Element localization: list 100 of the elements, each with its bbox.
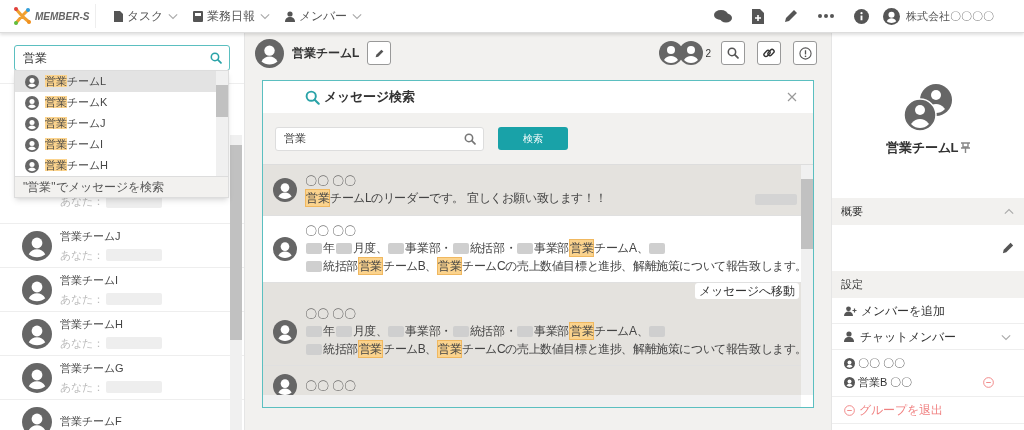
- book-icon: [193, 10, 203, 22]
- group-name: 営業チームL: [885, 138, 959, 157]
- search-messages-option[interactable]: "営業"でメッセージを検索: [15, 176, 228, 197]
- suggestion-label: 営業チームK: [45, 95, 108, 111]
- section-header[interactable]: 概要: [832, 198, 1024, 225]
- avatar-icon: [844, 358, 855, 369]
- add-person-icon: [844, 305, 857, 316]
- message-text: チームA、: [594, 323, 649, 339]
- avatar-icon: [22, 274, 52, 305]
- pin-icon[interactable]: [961, 142, 971, 153]
- redacted-block: [517, 242, 534, 254]
- preview-label: あなた：: [60, 335, 104, 351]
- person-icon: [844, 331, 854, 342]
- room-name: 営業チームG: [60, 361, 125, 376]
- suggestion-label: 営業チームI: [45, 137, 104, 153]
- edit-button[interactable]: [367, 41, 392, 65]
- preview-label: あなた：: [60, 247, 104, 263]
- avatar-icon: [25, 116, 39, 131]
- avatar-icon: [273, 320, 297, 344]
- room-name: 営業チームF: [60, 414, 122, 430]
- chat-title: 営業チームL: [292, 45, 360, 62]
- chat-bubbles-icon[interactable]: [714, 8, 732, 24]
- suggestion-label: 営業チームJ: [45, 116, 106, 132]
- message-text: チームLのリーダーです。 宜しくお願い致します！！: [330, 190, 607, 206]
- jump-to-message-link[interactable]: メッセージへ移動: [695, 283, 799, 299]
- group-avatar-icon: [255, 38, 284, 68]
- chat-members-item[interactable]: チャットメンバー: [832, 324, 1024, 350]
- nav-menu[interactable]: 業務日報: [193, 7, 271, 25]
- suggestion-item[interactable]: 営業チームL: [15, 71, 216, 92]
- message-text: 統括部: [323, 258, 358, 274]
- pencil-icon: [374, 48, 384, 58]
- message-text: チームB、: [383, 341, 438, 357]
- author-name: 〇〇 〇〇: [305, 173, 358, 189]
- group-icon: [903, 83, 953, 132]
- redacted-block: [452, 242, 469, 254]
- search-result[interactable]: 〇〇 〇〇 営業チームLのリーダーです。 宜しくお願い致します！！: [263, 165, 801, 216]
- company-name[interactable]: 株式会社〇〇〇〇: [906, 7, 994, 25]
- close-icon[interactable]: [787, 92, 797, 102]
- more-icon[interactable]: [818, 14, 834, 18]
- nav-menu[interactable]: メンバー: [285, 7, 363, 25]
- message-text: 統括部・: [469, 240, 517, 256]
- highlighted-text: 営業: [569, 322, 595, 340]
- avatar-icon: [22, 230, 52, 261]
- minus-circle-icon: [844, 404, 855, 416]
- member-name: 〇〇 〇〇: [858, 356, 906, 372]
- avatar-icon: [273, 178, 297, 202]
- file-plus-icon[interactable]: [752, 8, 764, 24]
- info-icon[interactable]: [854, 8, 869, 24]
- highlighted-text: 営業: [569, 239, 595, 257]
- message-text: 年: [323, 323, 335, 339]
- message-search-field[interactable]: 営業: [275, 126, 484, 151]
- avatar-icon: [273, 237, 297, 261]
- member-name: 営業B 〇〇: [858, 375, 913, 391]
- message-text: 統括部・: [469, 323, 517, 339]
- highlighted-text: 営業: [437, 257, 463, 275]
- avatar-icon: [25, 74, 39, 89]
- room-name: 営業チームH: [60, 317, 124, 332]
- search-result[interactable]: 〇〇 〇〇: [263, 366, 801, 395]
- pencil-icon[interactable]: [784, 9, 798, 23]
- search-icon[interactable]: [464, 132, 476, 145]
- author-name: 〇〇 〇〇: [305, 223, 358, 239]
- avatar-icon: [22, 362, 52, 393]
- message-text: 事業部・: [405, 240, 452, 256]
- author-name: 〇〇 〇〇: [305, 378, 358, 394]
- info-button[interactable]: [793, 41, 817, 65]
- message-text: 事業部: [534, 240, 570, 256]
- avatar-icon: [844, 377, 855, 388]
- highlighted-text: 営業: [357, 340, 383, 358]
- message-text: 月度、: [352, 240, 388, 256]
- add-member-item[interactable]: メンバーを追加: [832, 298, 1024, 324]
- message-text: 年: [323, 240, 335, 256]
- redacted-block: [649, 242, 666, 254]
- section-header: 設定: [832, 271, 1024, 298]
- link-button[interactable]: [757, 41, 781, 65]
- message-text: チームB、: [383, 258, 438, 274]
- message-text: チームCの売上数値目標と進捗、解離施策について報告致します。: [462, 258, 801, 274]
- author-name: 〇〇 〇〇: [305, 306, 358, 322]
- members-icon[interactable]: [659, 41, 704, 65]
- info-icon: [798, 46, 812, 60]
- dialog-title: メッセージ検索: [324, 88, 415, 107]
- redacted-block: [388, 242, 405, 254]
- redacted-block: [335, 242, 352, 254]
- preview-label: あなた：: [60, 379, 104, 395]
- redacted-block: [306, 260, 322, 272]
- message-text: チームCの売上数値目標と進捗、解離施策について報告致します。: [462, 341, 801, 357]
- room-name: 営業チームI: [60, 273, 120, 288]
- message-text: 事業部・: [405, 323, 452, 339]
- search-result[interactable]: 〇〇 〇〇 年 月度、 事業部・ 統括部・ 事業部営業チームA、 統括部営業チームB、営業チームCの売上数値目標と進捗、解離施策について報告致します。: [263, 299, 801, 366]
- search-button[interactable]: [721, 41, 745, 65]
- message-text: 事業部: [534, 323, 570, 339]
- document-icon: [114, 10, 123, 22]
- nav-menu[interactable]: タスク: [114, 7, 179, 25]
- avatar-icon: [22, 318, 52, 349]
- user-avatar-icon: [883, 7, 900, 25]
- search-icon[interactable]: [727, 47, 739, 59]
- pencil-icon[interactable]: [1002, 242, 1014, 254]
- person-icon: [285, 10, 295, 22]
- avatar-icon: [25, 158, 39, 173]
- message-text: 統括部: [323, 341, 358, 357]
- highlighted-text: 営業: [437, 340, 463, 358]
